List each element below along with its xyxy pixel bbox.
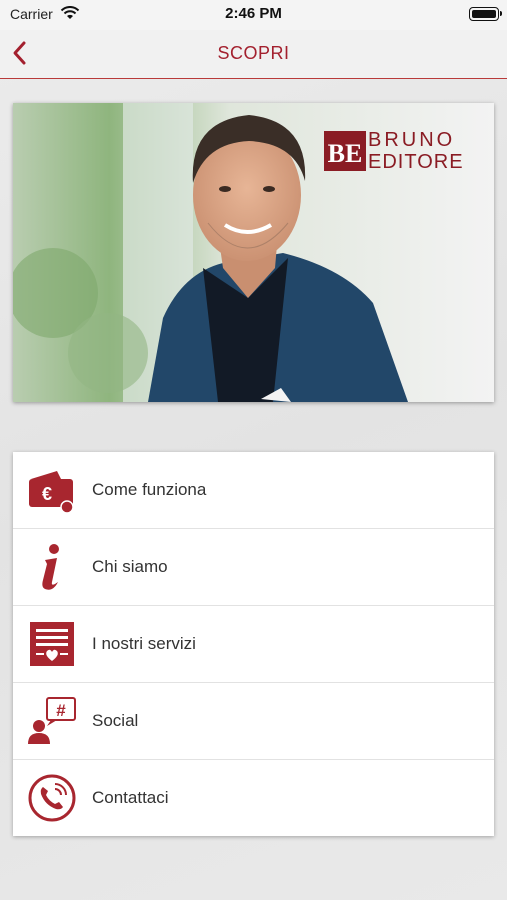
svg-text:#: # (56, 701, 66, 720)
phone-icon (28, 774, 76, 822)
status-bar: Carrier 2:46 PM (0, 0, 507, 30)
menu-item-servizi[interactable]: I nostri servizi (13, 606, 494, 683)
menu-list: € Come funziona Chi siamo I nostri servi… (13, 452, 494, 836)
svg-text:€: € (42, 484, 52, 504)
menu-item-label: Chi siamo (92, 557, 168, 576)
page-title: SCOPRI (217, 43, 290, 63)
menu-item-label: Contattaci (92, 788, 169, 807)
menu-item-label: Come funziona (92, 480, 207, 499)
info-icon (42, 544, 59, 590)
status-time: 2:46 PM (225, 5, 282, 22)
menu-item-contattaci[interactable]: Contattaci (13, 760, 494, 836)
menu-item-come-funziona[interactable]: € Come funziona (13, 452, 494, 529)
brand-logo: BE BRUNO EDITORE (324, 129, 484, 175)
navigation-bar: SCOPRI (0, 30, 507, 79)
menu-item-social[interactable]: # Social (13, 683, 494, 760)
menu-item-label: I nostri servizi (92, 634, 196, 653)
svg-text:BE: BE (328, 139, 363, 168)
services-list-icon (30, 622, 74, 666)
logo-text-bruno: BRUNO (368, 129, 456, 151)
wallet-euro-icon: € (29, 471, 74, 514)
menu-item-chi-siamo[interactable]: Chi siamo (13, 529, 494, 606)
logo-mark: BE (324, 129, 366, 173)
menu-item-label: Social (92, 711, 139, 730)
hero-banner: BE BRUNO EDITORE (13, 103, 494, 402)
logo-text-editore: EDITORE (368, 151, 464, 173)
social-hashtag-icon: # (28, 697, 76, 744)
battery-icon (469, 7, 502, 21)
